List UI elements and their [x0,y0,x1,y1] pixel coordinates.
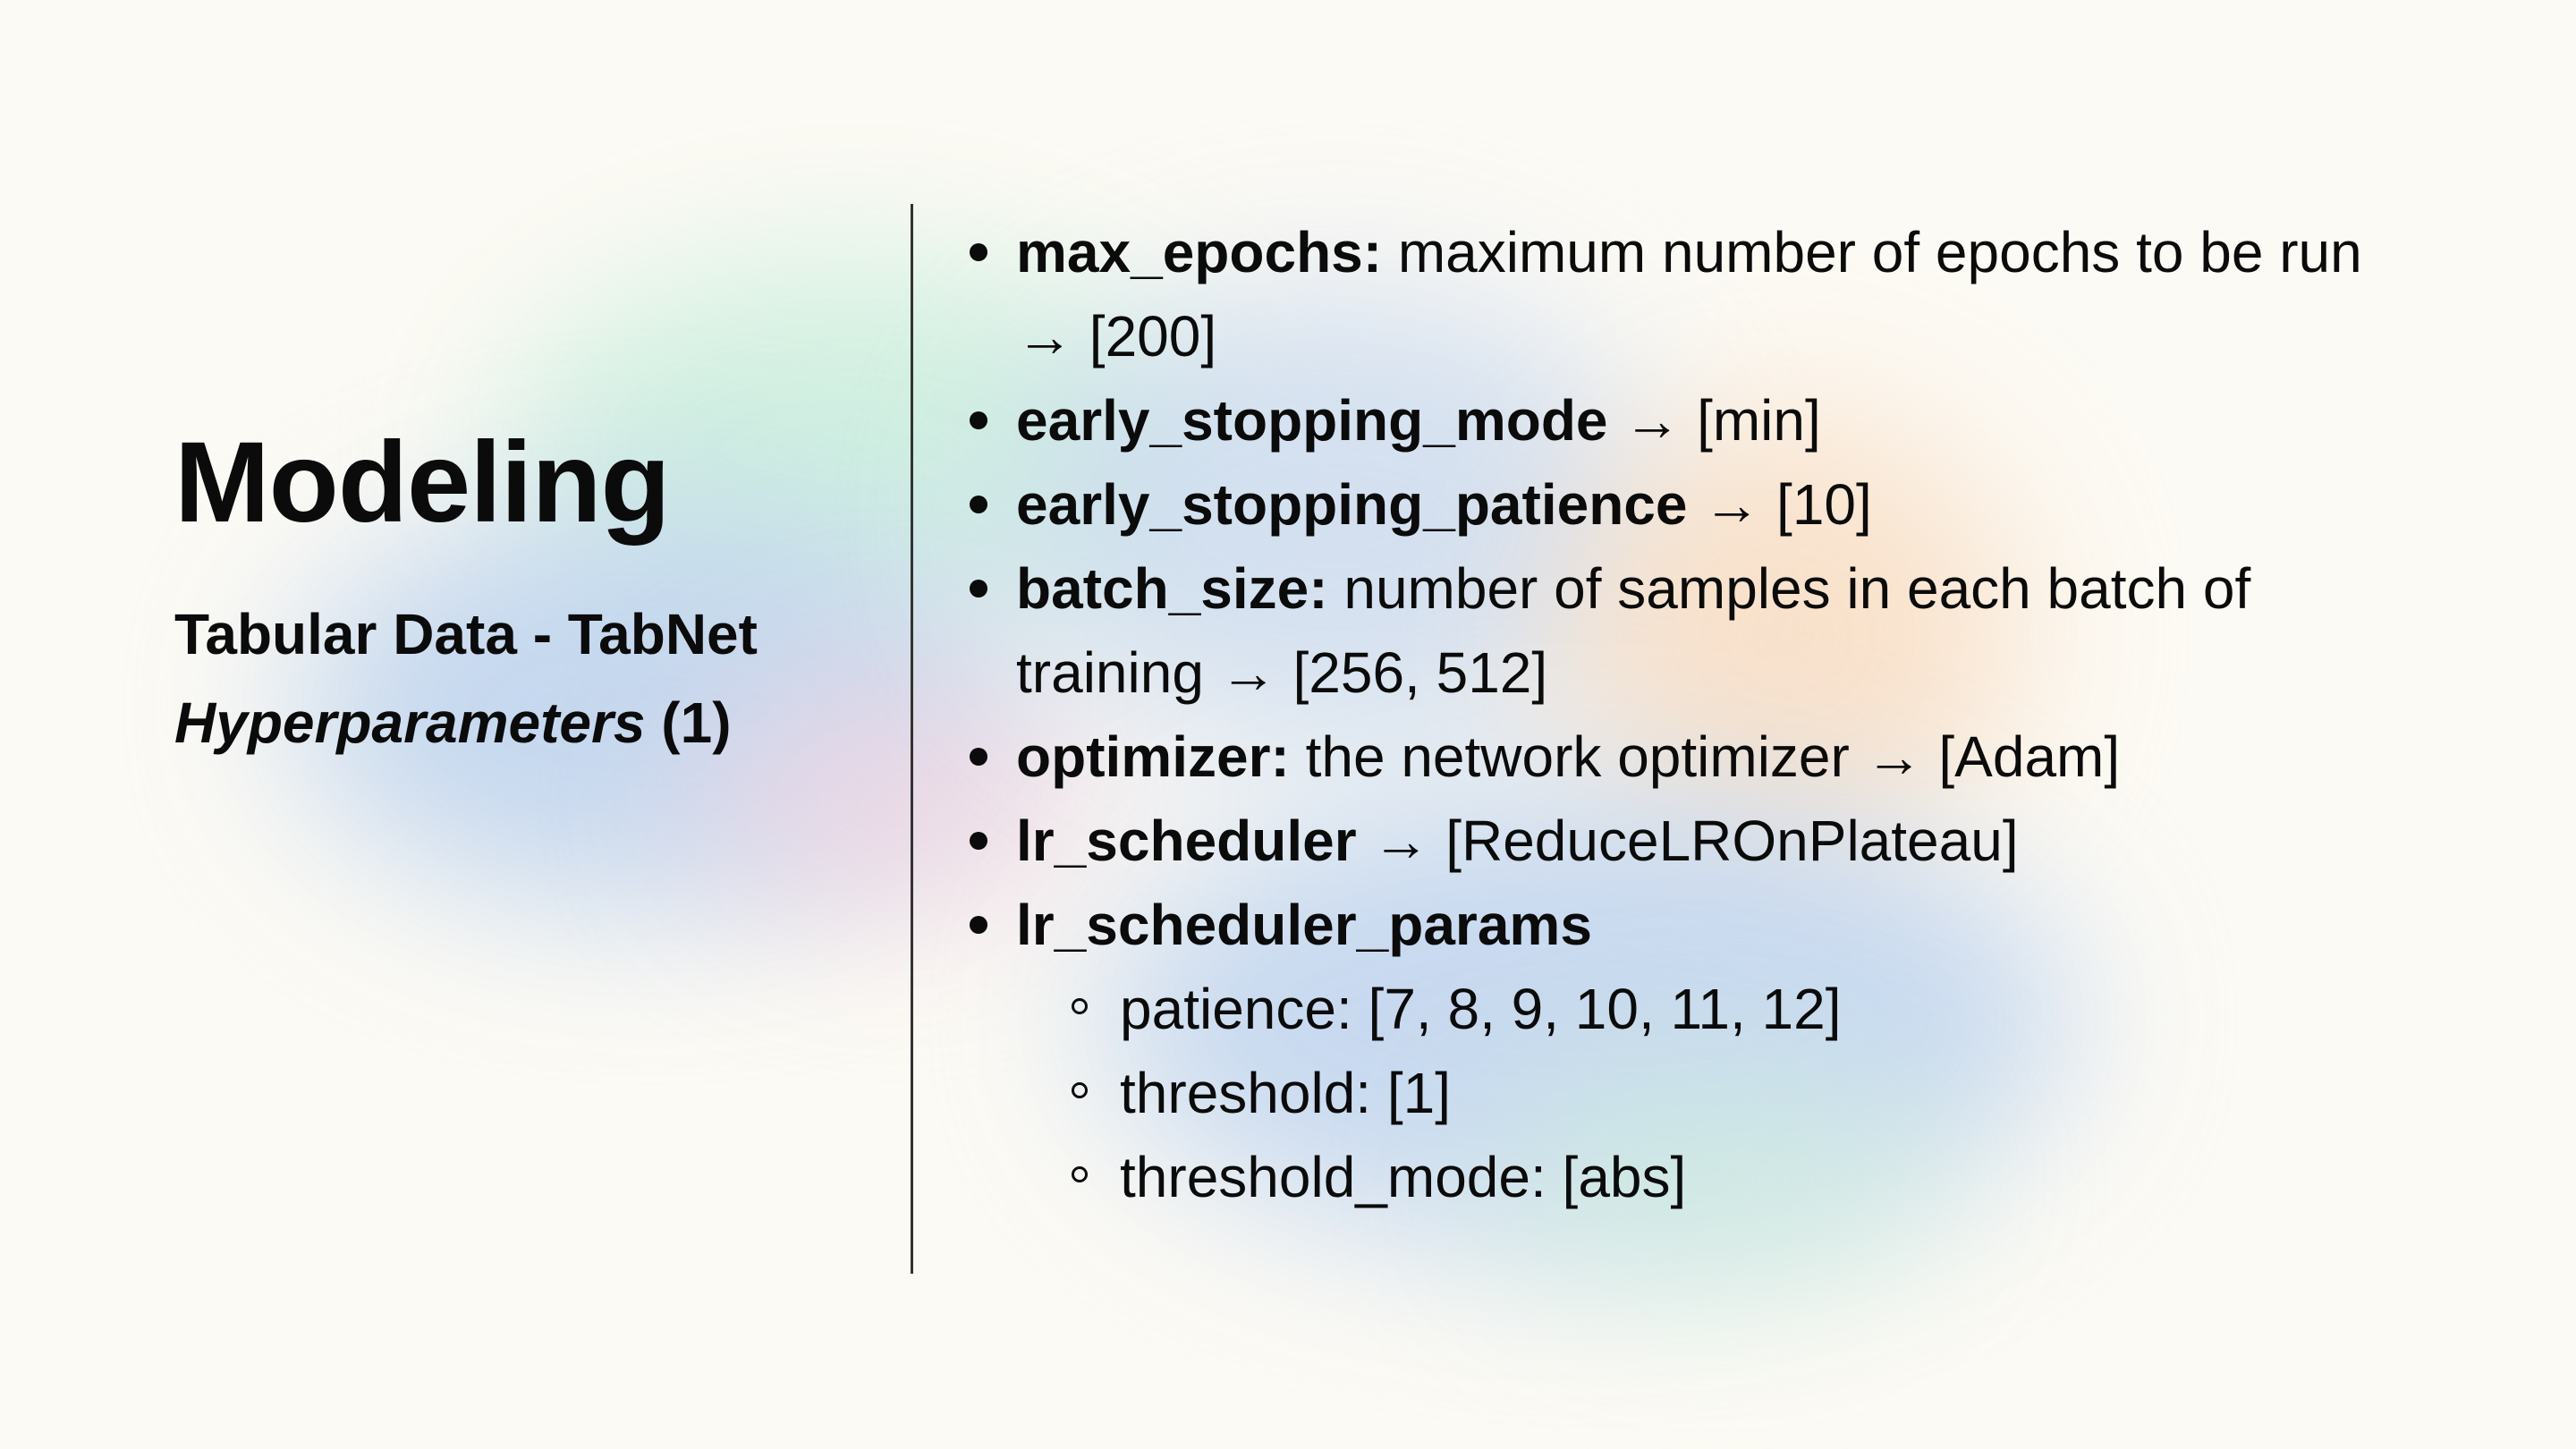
list-item: early_stopping_patience → [10] [966,462,2522,547]
bullet-icon [970,580,987,597]
list-item: lr_scheduler → [ReduceLROnPlateau] [966,799,2522,883]
subtitle-suffix: (1) [645,690,732,755]
list-item: optimizer: the network optimizer → [Adam… [966,715,2522,799]
list-item: early_stopping_mode → [min] [966,378,2522,462]
slide-subtitle-2: Hyperparameters (1) [174,689,890,758]
hyperparameter-list: max_epochs: maximum number of epochs to … [966,210,2522,1219]
item-key: optimizer: [1016,724,1290,789]
bullet-icon [970,832,987,850]
bullet-icon [970,243,987,261]
subtitle-italic: Hyperparameters [174,690,646,755]
item-text: → [min] [1607,388,1821,453]
sub-item-text: threshold_mode: [abs] [1120,1145,1687,1209]
item-text: → [ReduceLROnPlateau] [1356,809,2019,873]
sub-item-text: threshold: [1] [1120,1061,1451,1125]
hollow-bullet-icon [1072,1082,1088,1098]
slide: Modeling Tabular Data - TabNet Hyperpara… [0,0,2576,1449]
bullet-icon [970,916,987,934]
bullet-icon [970,411,987,429]
sub-list-item: threshold: [1] [966,1051,2522,1135]
item-key: lr_scheduler [1016,809,1357,873]
hollow-bullet-icon [1072,1166,1088,1182]
item-key: batch_size: [1016,556,1328,621]
item-text: number of samples in each batch of [1327,556,2251,621]
item-text-continued: training → [256, 512] [1016,640,1548,705]
slide-subtitle: Tabular Data - TabNet [174,601,758,666]
hollow-bullet-icon [1072,998,1088,1014]
list-item: lr_scheduler_params [966,883,2522,967]
sub-list-item: threshold_mode: [abs] [966,1135,2522,1219]
bullet-icon [970,748,987,766]
list-item: max_epochs: maximum number of epochs to … [966,210,2522,378]
sub-list-item: patience: [7, 8, 9, 10, 11, 12] [966,967,2522,1051]
item-key: early_stopping_mode [1016,388,1608,453]
item-text-continued: → [200] [1016,304,1217,369]
item-text: maximum number of epochs to be run [1382,220,2362,284]
item-key: early_stopping_patience [1016,472,1688,537]
list-item: batch_size: number of samples in each ba… [966,547,2522,715]
slide-title: Modeling [174,419,671,547]
item-text: the network optimizer → [Adam] [1289,724,2121,789]
item-key: lr_scheduler_params [1016,893,1592,957]
vertical-divider [911,204,913,1274]
item-text: → [10] [1687,472,1872,537]
item-key: max_epochs: [1016,220,1383,284]
sub-item-text: patience: [7, 8, 9, 10, 11, 12] [1120,977,1842,1041]
bullet-icon [970,496,987,513]
title-block: Modeling Tabular Data - TabNet Hyperpara… [174,419,890,758]
